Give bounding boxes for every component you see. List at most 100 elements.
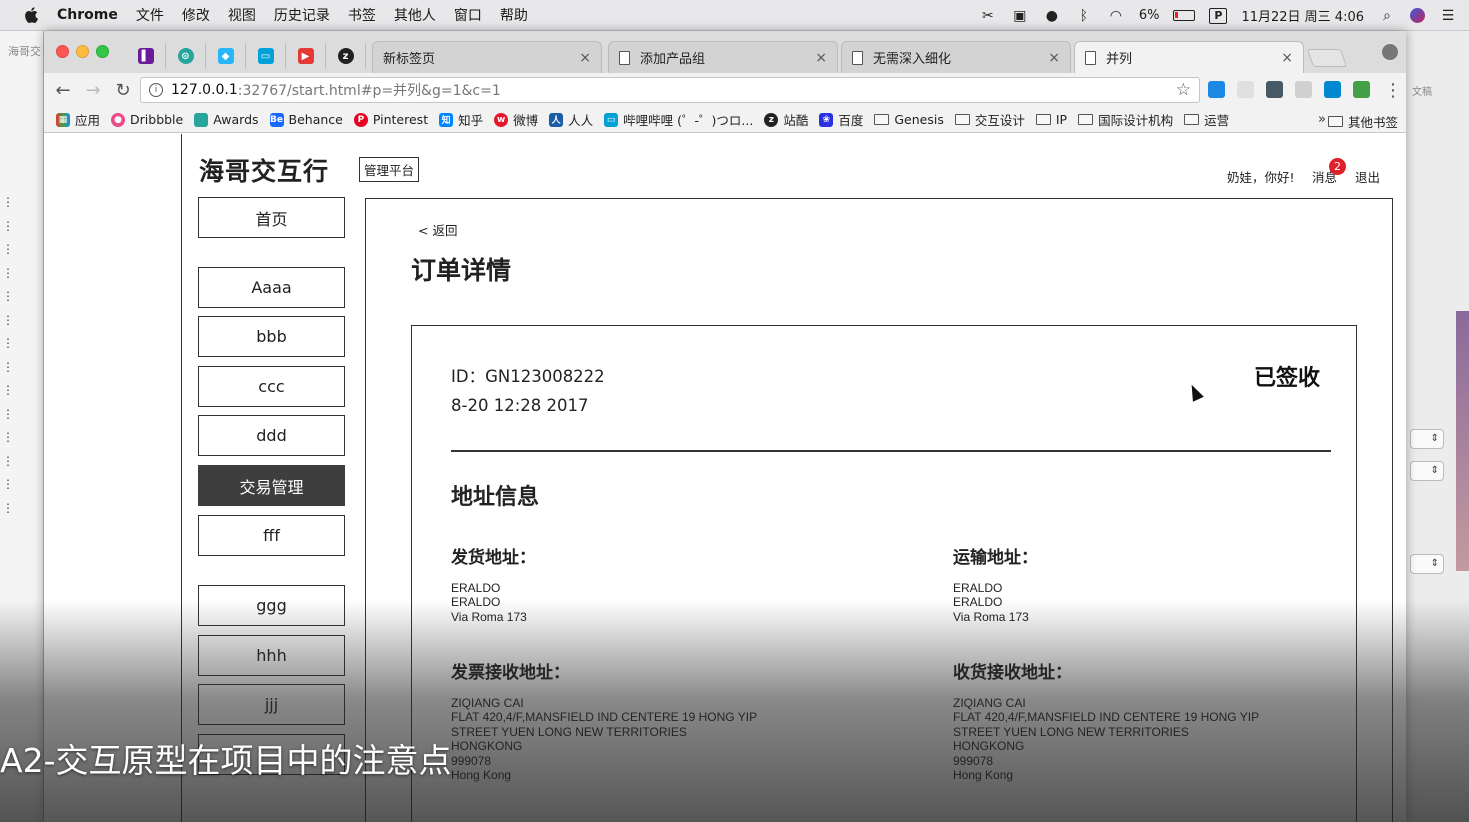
bookmark-renren[interactable]: 人人人 <box>549 110 593 129</box>
clock-datetime[interactable]: 11月22日 周三 4:06 <box>1241 6 1364 25</box>
pinned-tab-3[interactable]: ◆ <box>206 43 246 69</box>
sidebar-item-jjj[interactable]: jjj <box>198 684 345 725</box>
menu-view[interactable]: 视图 <box>228 5 256 25</box>
bluetooth-icon[interactable]: ᛒ <box>1075 8 1093 24</box>
bookmark-dribbble[interactable]: ● Dribbble <box>111 112 183 127</box>
bookmark-behance[interactable]: Be Behance <box>269 112 343 127</box>
extension-translate-icon[interactable] <box>1353 81 1370 98</box>
background-select-3[interactable]: ⇕ <box>1410 554 1444 574</box>
tab-close-icon[interactable]: × <box>579 50 591 66</box>
bookmarks-overflow-chevron[interactable]: » <box>1318 112 1326 127</box>
extension-x-icon[interactable] <box>1208 81 1225 98</box>
pinned-tab-6[interactable]: z <box>326 43 366 69</box>
profile-avatar-icon[interactable] <box>1382 44 1398 60</box>
bookmark-weibo[interactable]: w 微博 <box>494 110 538 129</box>
sidebar-item-fff[interactable]: fff <box>198 515 345 556</box>
sidebar-item-aaaa[interactable]: Aaaa <box>198 267 345 308</box>
bookmark-zhihu[interactable]: 知知乎 <box>439 110 483 129</box>
menu-edit[interactable]: 修改 <box>182 5 210 25</box>
bookmark-folder-genesis[interactable]: Genesis <box>874 112 944 127</box>
menu-bookmarks[interactable]: 书签 <box>348 5 376 25</box>
menu-file[interactable]: 文件 <box>136 5 164 25</box>
extension-s-icon[interactable] <box>1324 81 1341 98</box>
back-link[interactable]: < 返回 <box>418 220 457 239</box>
tab-close-icon[interactable]: × <box>1281 50 1293 66</box>
extension-evernote-icon[interactable] <box>1266 81 1283 98</box>
folder-icon <box>1184 114 1200 125</box>
window-zoom-button[interactable] <box>96 45 109 58</box>
extension-grid-icon[interactable] <box>1295 81 1312 98</box>
forward-arrow-icon[interactable]: → <box>82 79 104 101</box>
bookmark-awards[interactable]: Awards <box>194 112 259 127</box>
bookmark-zcool[interactable]: z 站酷 <box>764 110 808 129</box>
bookmark-folder-intl-design[interactable]: 国际设计机构 <box>1078 110 1173 129</box>
background-window-left: 海哥交 ⋮ ⋮ ⋮ ⋮ ⋮ ⋮ ⋮ ⋮ ⋮ ⋮ ⋮ ⋮ ⋮ ⋮ <box>0 31 44 822</box>
address-line: Via Roma 173 <box>451 609 527 624</box>
bookmark-label: Pinterest <box>372 112 429 127</box>
bookmarks-bar: ▦ 应用 ● Dribbble Awards Be Behance P Pinteres… <box>44 107 1406 133</box>
notification-center-icon[interactable]: ☰ <box>1439 8 1457 24</box>
invoice-heading: 发票接收地址： <box>451 663 570 683</box>
bookmark-other[interactable]: 其他书签 <box>1327 112 1398 131</box>
bookmark-label: 哔哩哔哩 (゜-゜)つロ... <box>623 113 754 128</box>
parking-icon[interactable]: P <box>1209 7 1228 24</box>
bookmark-apps[interactable]: ▦ 应用 <box>56 110 100 129</box>
bookmark-bilibili[interactable]: ▭ 哔哩哔哩 (゜-゜)つロ... <box>604 110 753 129</box>
window-close-button[interactable] <box>56 45 69 58</box>
address-bar[interactable]: i 127.0.0.1 :32767/start.html#p=并列&g=1&c… <box>140 77 1200 103</box>
battery-icon[interactable] <box>1173 10 1196 21</box>
bookmark-baidu[interactable]: ❀ 百度 <box>819 110 863 129</box>
apple-icon[interactable] <box>22 6 40 24</box>
pinned-tab-1[interactable]: ▌ <box>126 43 166 69</box>
bookmark-folder-interaction[interactable]: 交互设计 <box>954 110 1025 129</box>
back-arrow-icon[interactable]: ← <box>52 79 74 101</box>
sidebar-item-ddd[interactable]: ddd <box>198 415 345 456</box>
window-minimize-button[interactable] <box>76 45 89 58</box>
chrome-menu-icon[interactable]: ⋮ <box>1382 79 1404 101</box>
pinned-tab-favicon: ⊙ <box>177 48 194 64</box>
sidebar-item-bbb[interactable]: bbb <box>198 316 345 357</box>
menu-people[interactable]: 其他人 <box>394 5 436 25</box>
sidebar-item-hhh[interactable]: hhh <box>198 635 345 676</box>
scissors-icon[interactable]: ✂ <box>979 8 997 24</box>
logout-link[interactable]: 退出 <box>1355 167 1380 186</box>
site-brand-title: 海哥交互行 <box>199 157 330 186</box>
spotlight-search-icon[interactable]: ⌕ <box>1378 8 1396 24</box>
screen-record-icon[interactable]: ▣ <box>1011 8 1029 24</box>
pinned-tab-4[interactable]: ▭ <box>246 43 286 69</box>
site-info-icon[interactable]: i <box>149 83 163 97</box>
tab-parallel-active[interactable]: 并列 × <box>1074 41 1304 73</box>
tab-no-need-detail[interactable]: 无需深入细化 × <box>841 41 1071 73</box>
pinned-tab-2[interactable]: ⊙ <box>166 43 206 69</box>
menu-help[interactable]: 帮助 <box>500 5 528 25</box>
bookmark-star-icon[interactable]: ☆ <box>1176 80 1191 100</box>
bookmark-label: 运营 <box>1204 113 1230 128</box>
address-line: Hong Kong <box>953 768 1014 783</box>
tab-new-tab[interactable]: 新标签页 × <box>372 41 602 73</box>
extension-cursor-icon[interactable] <box>1237 81 1254 98</box>
sidebar-item-trade-management[interactable]: 交易管理 <box>198 465 345 506</box>
menu-window[interactable]: 窗口 <box>454 5 482 25</box>
sidebar-item-ggg[interactable]: ggg <box>198 585 345 626</box>
background-wallpaper <box>1456 311 1469 571</box>
tab-close-icon[interactable]: × <box>1048 50 1060 66</box>
tab-add-product-group[interactable]: 添加产品组 × <box>608 41 838 73</box>
wifi-icon[interactable]: ◠ <box>1107 8 1125 24</box>
reload-icon[interactable]: ↻ <box>112 79 134 101</box>
tab-close-icon[interactable]: × <box>815 50 827 66</box>
address-host: 127.0.0.1 <box>171 82 238 98</box>
background-select-2[interactable]: ⇕ <box>1410 461 1444 481</box>
sidebar-item-ccc[interactable]: ccc <box>198 366 345 407</box>
background-select-1[interactable]: ⇕ <box>1410 429 1444 449</box>
sidebar-item-home[interactable]: 首页 <box>198 197 345 238</box>
new-tab-button[interactable] <box>1306 49 1348 67</box>
bookmark-pinterest[interactable]: P Pinterest <box>353 112 429 127</box>
siri-icon[interactable] <box>1410 8 1425 23</box>
bookmark-folder-operations[interactable]: 运营 <box>1184 110 1229 129</box>
evernote-icon[interactable]: ● <box>1043 8 1061 24</box>
menu-history[interactable]: 历史记录 <box>274 5 330 25</box>
bookmark-label: Awards <box>213 112 259 127</box>
pinned-tab-5[interactable]: ▶ <box>286 43 326 69</box>
bookmark-folder-ip[interactable]: IP <box>1035 112 1067 127</box>
menu-app-name[interactable]: Chrome <box>57 7 118 23</box>
